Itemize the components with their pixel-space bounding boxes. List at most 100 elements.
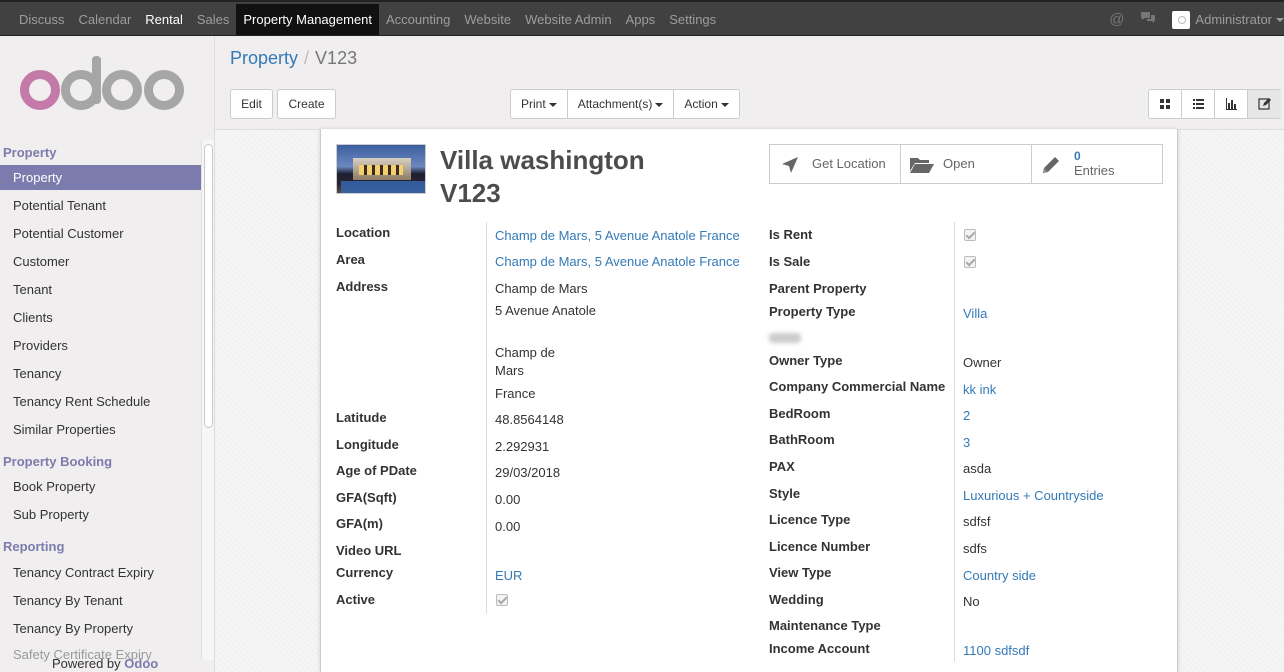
menu-website[interactable]: Website [457,4,518,35]
area-field[interactable]: Champ de Mars, 5 Avenue Anatole France [495,254,740,269]
list-view-button[interactable] [1182,90,1215,118]
pax-field[interactable]: asda [963,461,991,476]
licence-type-field[interactable]: sdfsf [963,514,990,529]
style-field[interactable]: Luxurious + Countryside [963,488,1104,503]
chat-icon[interactable] [1140,11,1156,29]
sidebar-item-similar-properties[interactable]: Similar Properties [0,417,201,442]
address-country[interactable]: France [495,386,535,401]
sidebar-item-tenancy-rent-schedule[interactable]: Tenancy Rent Schedule [0,389,201,414]
breadcrumb-separator: / [304,48,310,68]
menu-calendar[interactable]: Calendar [72,4,139,35]
list-icon [1193,99,1204,109]
sidebar-item-potential-customer[interactable]: Potential Customer [0,221,201,246]
menu-website-admin[interactable]: Website Admin [518,4,618,35]
at-sign-icon[interactable]: @ [1109,11,1124,28]
menu-sales[interactable]: Sales [190,4,237,35]
sidebar-item-book-property[interactable]: Book Property [0,474,201,499]
sidebar-item-sub-property[interactable]: Sub Property [0,502,201,527]
pax-label: PAX [769,459,795,474]
address-line1[interactable]: Champ de Mars [495,281,587,296]
property-image[interactable] [336,144,426,194]
age-of-pdate-label: Age of PDate [336,463,417,478]
open-label: Open [943,156,975,171]
sidebar-item-customer[interactable]: Customer [0,249,201,274]
scrollbar-thumb[interactable] [204,144,213,428]
sidebar: Property Property Potential Tenant Poten… [0,36,215,672]
view-switcher [1148,89,1281,119]
menu-accounting[interactable]: Accounting [379,4,457,35]
owner-type-field[interactable]: Owner [963,355,1001,370]
sidebar-item-potential-tenant[interactable]: Potential Tenant [0,193,201,218]
licence-type-label: Licence Type [769,512,851,527]
sidebar-item-tenant[interactable]: Tenant [0,277,201,302]
avatar[interactable] [1172,10,1191,29]
sidebar-item-providers[interactable]: Providers [0,333,201,358]
company-commercial-name-field[interactable]: kk ink [963,382,996,397]
currency-field[interactable]: EUR [495,568,522,583]
bathroom-label: BathRoom [769,432,835,447]
property-type-field[interactable]: Villa [963,306,987,321]
wedding-label: Wedding [769,592,824,607]
location-field[interactable]: Champ de Mars, 5 Avenue Anatole France [495,228,740,243]
sidebar-item-property[interactable]: Property [0,165,201,190]
entries-button[interactable]: 0 Entries [1031,144,1163,184]
longitude-label: Longitude [336,437,399,452]
user-menu[interactable]: Administrator [1195,12,1272,27]
menu-property-management[interactable]: Property Management [236,4,380,35]
pencil-icon [1043,157,1059,173]
sidebar-item-tenancy-by-property[interactable]: Tenancy By Property [0,616,201,641]
sidebar-item-clients[interactable]: Clients [0,305,201,330]
menu-apps[interactable]: Apps [619,4,663,35]
create-button[interactable]: Create [277,89,336,119]
powered-by: Powered by Odoo [52,656,158,671]
address-city-line1[interactable]: Champ de [495,345,555,360]
sidebar-section-property-booking: Property Booking [3,454,113,469]
maintenance-type-label: Maintenance Type [769,618,881,633]
address-label: Address [336,279,389,294]
edit-button[interactable]: Edit [230,89,273,119]
is-sale-checkbox[interactable] [964,256,976,268]
powered-by-brand[interactable]: Odoo [124,656,158,671]
odoo-logo[interactable] [20,56,190,116]
active-checkbox[interactable] [496,594,508,606]
bar-chart-icon [1226,98,1237,110]
sidebar-item-tenancy-by-tenant[interactable]: Tenancy By Tenant [0,588,201,613]
gfa-sqft-field[interactable]: 0.00 [495,492,520,507]
breadcrumb-parent[interactable]: Property [230,48,298,68]
bathroom-field[interactable]: 3 [963,435,970,450]
income-account-field[interactable]: 1100 sdfsdf [963,643,1029,658]
age-of-pdate-field[interactable]: 29/03/2018 [495,465,560,480]
menu-settings[interactable]: Settings [662,4,723,35]
licence-number-field[interactable]: sdfs [963,541,987,556]
menu-discuss[interactable]: Discuss [12,4,72,35]
gfa-m-field[interactable]: 0.00 [495,519,520,534]
is-rent-checkbox[interactable] [964,229,976,241]
currency-label: Currency [336,565,394,580]
view-type-field[interactable]: Country side [963,568,1036,583]
address-city-line2[interactable]: Mars [495,363,524,378]
top-navbar: Discuss Calendar Rental Sales Property M… [0,0,1284,36]
graph-view-button[interactable] [1215,90,1248,118]
bedroom-field[interactable]: 2 [963,408,970,423]
get-location-button[interactable]: Get Location [769,144,901,184]
sidebar-scrollbar[interactable] [201,140,214,660]
wedding-field[interactable]: No [963,594,980,609]
open-button[interactable]: Open [900,144,1032,184]
latitude-field[interactable]: 48.8564148 [495,412,564,427]
attachments-dropdown[interactable]: Attachment(s) [568,90,675,118]
area-label: Area [336,252,365,267]
form-view-button[interactable] [1248,90,1281,118]
company-commercial-name-label: Company Commercial Name [769,379,946,394]
chevron-down-icon[interactable] [1276,17,1284,22]
sidebar-item-tenancy-contract-expiry[interactable]: Tenancy Contract Expiry [0,560,201,585]
print-dropdown[interactable]: Print [511,90,568,118]
menu-rental[interactable]: Rental [138,4,190,35]
sidebar-section-reporting: Reporting [3,539,65,554]
address-line2[interactable]: 5 Avenue Anatole [495,303,596,318]
kanban-view-button[interactable] [1149,90,1182,118]
action-dropdown[interactable]: Action [674,90,738,118]
is-rent-label: Is Rent [769,227,813,242]
sidebar-item-tenancy[interactable]: Tenancy [0,361,201,386]
longitude-field[interactable]: 2.292931 [495,439,549,454]
powered-by-prefix: Powered by [52,656,121,671]
